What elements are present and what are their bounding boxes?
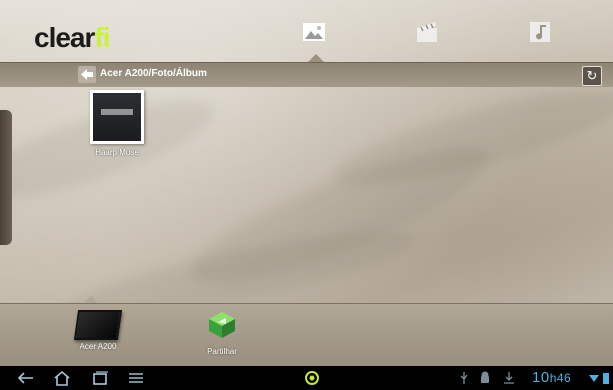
path-breadcrumb: Acer A200/Foto/Álbum	[100, 68, 207, 79]
clapperboard-icon	[417, 22, 437, 42]
photo-icon	[303, 23, 325, 41]
android-status	[478, 369, 492, 387]
notification-indicator[interactable]	[302, 369, 322, 387]
download-icon	[504, 372, 514, 384]
nav-recents-button[interactable]	[90, 369, 110, 387]
path-bar: Acer A200/Foto/Álbum ↻	[0, 62, 613, 87]
device-label: Acer A200	[79, 342, 117, 351]
tab-photos[interactable]	[300, 18, 328, 46]
app-logo: clearfi	[34, 22, 111, 53]
circle-dot-icon	[305, 371, 319, 385]
arrow-left-icon	[81, 69, 93, 80]
download-status	[502, 369, 516, 387]
device-bar: Acer A200 Partilhar	[0, 303, 613, 366]
usb-icon	[460, 372, 468, 384]
album-thumbnail	[90, 90, 144, 144]
back-button[interactable]	[78, 66, 96, 83]
android-icon	[481, 371, 489, 383]
tab-music[interactable]	[526, 18, 554, 46]
wifi-icon	[589, 375, 599, 382]
share-cube-icon	[209, 312, 235, 338]
nav-back-button[interactable]	[16, 369, 36, 387]
device-acer-a200[interactable]: Acer A200	[58, 310, 138, 351]
side-handle[interactable]	[0, 110, 12, 245]
usb-status	[457, 369, 471, 387]
refresh-button[interactable]: ↻	[582, 66, 602, 86]
menu-icon	[129, 373, 143, 383]
device-share[interactable]: Partilhar	[182, 310, 262, 356]
tab-videos[interactable]	[413, 18, 441, 46]
refresh-icon: ↻	[586, 68, 598, 83]
battery-status	[602, 369, 610, 387]
music-note-icon	[530, 22, 550, 42]
back-arrow-icon	[17, 372, 33, 384]
wifi-status	[589, 369, 599, 387]
recent-apps-icon	[93, 371, 108, 385]
album-label: Haarp Muse	[95, 148, 139, 157]
nav-home-button[interactable]	[52, 369, 72, 387]
system-nav-bar: 10h46	[0, 366, 613, 390]
clearfi-app: clearfi Acer A200/Foto/Álbum ↻ Haarp Mus…	[0, 0, 613, 390]
battery-icon	[603, 373, 609, 384]
home-icon	[54, 370, 70, 386]
tablet-icon	[73, 310, 123, 340]
album-item[interactable]: Haarp Muse	[90, 90, 144, 160]
top-bar: clearfi	[0, 0, 613, 63]
nav-menu-button[interactable]	[126, 369, 146, 387]
device-label: Partilhar	[207, 347, 237, 356]
status-clock[interactable]: 10h46	[532, 369, 571, 386]
